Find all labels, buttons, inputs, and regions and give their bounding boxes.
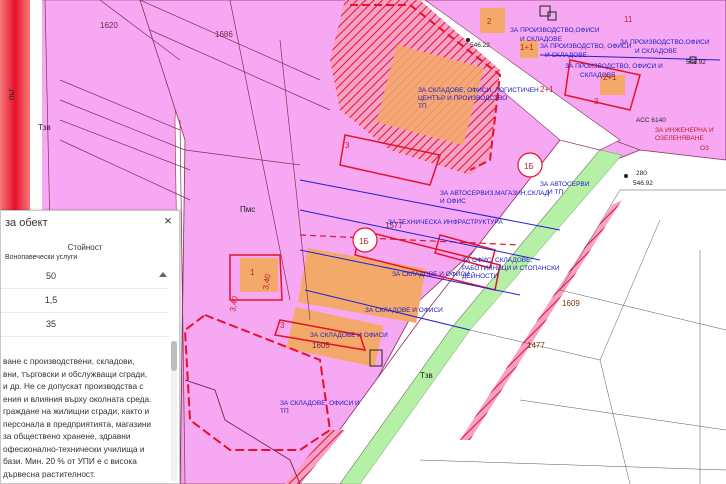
street-label: пьт: [7, 88, 16, 100]
zone-label: ТП: [418, 103, 427, 110]
property-values: 50 1,5 35: [1, 265, 169, 337]
table-cell-value: 1,5: [44, 295, 58, 305]
building-block: [480, 8, 505, 33]
zone-description: ване с производствени, складови, вни, тъ…: [3, 355, 163, 480]
zone-number: 2: [487, 17, 492, 26]
description-line: граждане на жилищни сгради, както и: [3, 406, 150, 416]
column-header-value: Стойност: [67, 243, 103, 252]
survey-marker: [466, 38, 470, 42]
zone-label: И ОФИС: [440, 198, 466, 205]
close-icon[interactable]: ×: [161, 214, 175, 228]
zone-number: 1Б: [359, 237, 369, 246]
zone-label: ЗА ИНЖЕНЕРНА И: [655, 127, 714, 134]
description-line: бази. Мин. 20 % от УПИ е с висока: [3, 456, 137, 466]
zone-label: ЗА ПРОИЗВОДСТВО, ОФИСИ И: [565, 63, 663, 70]
zone-label: ЗА ПРОИЗВОДСТВО, ОФИСИ: [540, 43, 632, 50]
zone-label: ЗА АВТОСЕРВИ: [540, 181, 590, 188]
description-line: ения и влияния върху околната среда.: [3, 393, 152, 404]
highway-strip: [0, 0, 30, 230]
parcel-number: 1686: [215, 30, 233, 39]
elevation-label: 280: [636, 170, 647, 177]
zone-label: ЗА ПРОИЗВОДСТВО,ОФИСИ: [620, 39, 710, 46]
zone-label: ЗА СКЛАДОВЕ И ОФИСИ: [392, 271, 470, 278]
zone-label: ЗА ТЕХНИЧЕСКА ИНФРАСТРУКТУРА: [388, 219, 503, 226]
elevation-label: 546.92: [633, 180, 653, 187]
description-line: за обществено хранене, здравни: [3, 431, 131, 441]
zone-label: И ТП: [548, 189, 563, 196]
zone-label: ЗА СКЛАДОВЕ И ОФИСИ: [365, 307, 443, 314]
zone-label: РАБОТИЛНИЦИ И СТОПАНСКИ: [462, 265, 560, 272]
description-line: вни, търговски и обслужващи сгради,: [3, 368, 148, 379]
zone-number: 3: [345, 141, 350, 150]
zone-label: И СКЛАДОВЕ: [545, 52, 588, 59]
zone-number: 1Б: [524, 162, 534, 171]
object-info-panel: за обект × Стойност Вонопавечески услуги…: [0, 210, 180, 484]
zone-label: ЗА СКЛАДОВЕ, ОФИСИ, ЛОГИСТИЧЕН: [418, 87, 539, 94]
zone-number: 2+1: [540, 85, 554, 94]
zone-number: 1: [250, 268, 255, 277]
zone-label: ТП: [280, 408, 289, 415]
zone-label: И СКЛАДОВЕ: [520, 36, 563, 43]
property-row-label: Вонопавечески услуги: [5, 254, 78, 261]
zone-label: ЗА АВТОСЕРВИЗ,МАГАЗИН,СКЛАД: [440, 190, 550, 197]
zone-label: ЦЕНТЪР И ПРОИЗВОДСТВО: [418, 95, 507, 102]
description-line: ване с производствени, складови,: [3, 356, 135, 366]
zone-label: И СКЛАДОВЕ: [635, 48, 678, 55]
zone-number: 1+1: [520, 43, 534, 52]
acc-label: АСС 6140: [636, 117, 666, 124]
zone-label: ОЗЕЛЕНЯВАНЕ: [655, 135, 704, 142]
description-line: персонала в предприятията, магазини: [3, 418, 152, 429]
scrollbar-thumb[interactable]: [171, 341, 177, 371]
zone-label: ЗА СКЛАДОВЕ, ОФИСИ И: [280, 400, 360, 407]
table-row: 35: [1, 313, 169, 337]
parcel-number: 1620: [100, 21, 118, 30]
parcel-number: 1609: [562, 299, 580, 308]
zone-number: 3: [594, 97, 599, 106]
street-label: Тзв: [38, 123, 51, 132]
zone-label: ОЗ: [700, 145, 709, 152]
street-label: Тзв: [420, 371, 433, 380]
description-line: и др. Не се допускат производства с: [3, 381, 144, 391]
zone-number: 11: [624, 15, 633, 24]
panel-title: за обект: [5, 217, 48, 229]
highway-lane: [30, 0, 42, 230]
parcel-number: 1605: [312, 341, 330, 350]
zone-label: ДЕЙНОСТИ: [462, 271, 499, 280]
description-line: дървесна растителност.: [3, 468, 96, 479]
zone-label: ЗА ОФИС, СКЛАДОВЕ,: [462, 257, 532, 264]
table-cell-value: 50: [45, 271, 56, 281]
zone-label: ЗА ПРОИЗВОДСТВО,ОФИСИ: [510, 27, 600, 34]
street-label: Пмс: [240, 205, 255, 214]
zone-number: 3: [280, 321, 285, 330]
zone-number: 2+1: [603, 73, 617, 82]
table-row: 1,5: [1, 289, 169, 313]
survey-marker: [624, 174, 628, 178]
elevation-label: 546.22: [470, 42, 490, 49]
table-cell-value: 35: [45, 319, 56, 329]
description-line: офесионално-технически училища и: [3, 443, 145, 454]
parcel-number: 1477: [527, 341, 545, 350]
table-row: 50: [1, 265, 169, 289]
zone-label: ЗА СКЛАДОВЕ И ОФИСИ: [310, 332, 388, 339]
